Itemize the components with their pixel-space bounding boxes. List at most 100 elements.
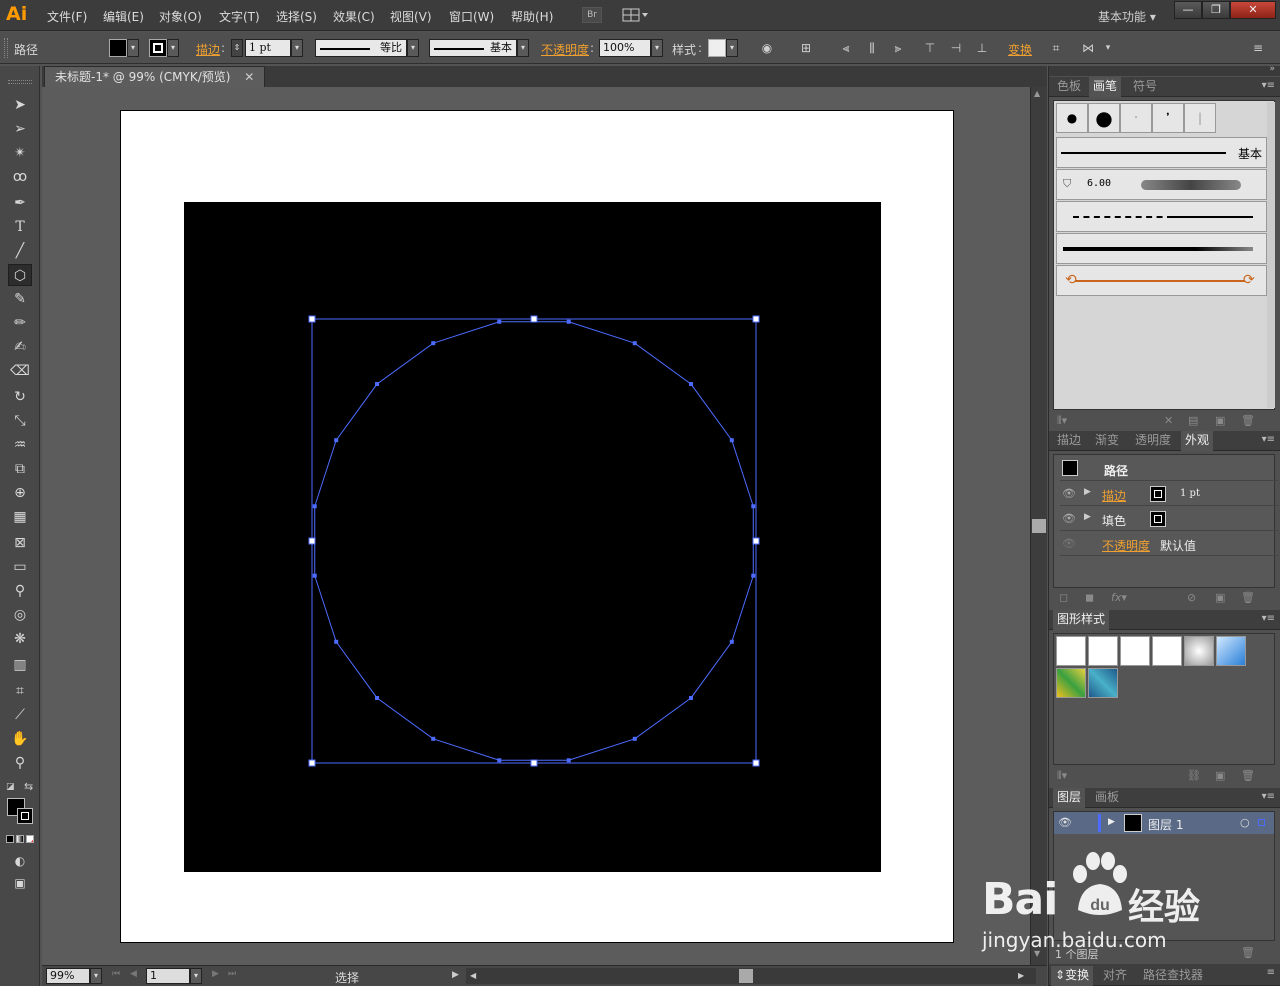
hand-tool-icon[interactable]: ✋ — [8, 728, 32, 750]
brush-row-art-charcoal[interactable] — [1056, 233, 1267, 264]
new-graphic-style-icon[interactable]: ▣ — [1215, 769, 1225, 782]
expand-triangle-icon[interactable]: ▶ — [1084, 512, 1091, 522]
graphic-style-shadow[interactable] — [1088, 636, 1118, 666]
pen-tool-icon[interactable]: ✒ — [8, 192, 32, 214]
symbol-sprayer-tool-icon[interactable]: ❋ — [8, 628, 32, 650]
graphic-style-green-yellow[interactable] — [1056, 668, 1086, 698]
gradient-mode-button[interactable] — [16, 835, 24, 843]
target-icon[interactable]: ○ — [1240, 816, 1250, 829]
mesh-tool-icon[interactable]: ⊠ — [8, 532, 32, 554]
appearance-stroke-swatch[interactable] — [1150, 486, 1166, 502]
brush-libraries-icon[interactable]: ⫴▾ — [1057, 414, 1067, 428]
menu-type[interactable]: 文字(T) — [219, 8, 260, 25]
stroke-weight-input[interactable]: 1 pt — [245, 39, 291, 57]
lasso-tool-icon[interactable]: ꝏ — [8, 166, 32, 188]
menu-file[interactable]: 文件(F) — [47, 8, 87, 25]
align-left-icon[interactable]: ⫷ — [838, 40, 854, 56]
add-effect-icon[interactable]: fx▾ — [1111, 591, 1127, 604]
eye-icon[interactable]: 👁 — [1062, 487, 1076, 500]
restore-button[interactable]: ❐ — [1202, 1, 1230, 19]
bounding-box-handle[interactable] — [308, 537, 316, 545]
zoom-tool-icon[interactable]: ⚲ — [8, 752, 32, 774]
bounding-box-handle[interactable] — [308, 759, 316, 767]
variable-width-profile[interactable]: 等比 — [315, 39, 407, 57]
duplicate-item-icon[interactable]: ▣ — [1215, 591, 1225, 604]
color-mode-button[interactable] — [6, 835, 14, 843]
graphic-style-soft[interactable] — [1184, 636, 1214, 666]
delete-graphic-style-icon[interactable]: 🗑 — [1241, 769, 1255, 782]
brush-row-art-arrow[interactable]: ⟲ ⟳ — [1056, 265, 1267, 296]
align-vcenter-icon[interactable]: ⊣ — [948, 40, 964, 56]
tab-pathfinder[interactable]: 路径查找器 — [1139, 966, 1207, 986]
brush-options-icon[interactable]: ▤ — [1188, 414, 1198, 427]
bounding-box-handle[interactable] — [530, 759, 538, 767]
delete-brush-icon[interactable]: 🗑 — [1241, 414, 1255, 427]
brush-row-pressure[interactable]: ⛉ 6.00 — [1056, 169, 1267, 200]
minimize-button[interactable]: — — [1174, 1, 1202, 19]
add-fill-icon[interactable]: ◼ — [1085, 591, 1094, 604]
status-menu-arrow[interactable]: ▶ — [452, 970, 459, 980]
panel-menu-icon[interactable]: ▾≡ — [1262, 80, 1275, 91]
anchor-point[interactable] — [312, 504, 317, 509]
scale-tool-icon[interactable]: ⤡ — [8, 410, 32, 432]
appearance-fill-swatch[interactable] — [1150, 511, 1166, 527]
swap-colors-icon[interactable]: ⇆ — [24, 780, 33, 793]
anchor-point[interactable] — [751, 504, 756, 509]
horizontal-scrollbar[interactable]: ◀ ▶ — [466, 968, 1036, 984]
anchor-point[interactable] — [688, 695, 693, 700]
paintbrush-tool-icon[interactable]: ✎ — [8, 288, 32, 310]
style-swatch[interactable] — [708, 39, 726, 57]
panel-menu-icon[interactable]: ▾≡ — [1262, 613, 1275, 624]
fill-swatch[interactable] — [109, 39, 127, 57]
envelope-icon[interactable]: ⋈ — [1080, 40, 1096, 56]
anchor-point[interactable] — [497, 758, 502, 763]
gradient-tool-icon[interactable]: ▭ — [8, 556, 32, 578]
anchor-point[interactable] — [334, 639, 339, 644]
slice-tool-icon[interactable]: ⟋ — [8, 704, 32, 726]
graphic-styles-library-icon[interactable]: ⫴▾ — [1057, 769, 1067, 783]
anchor-point[interactable] — [688, 382, 693, 387]
menu-select[interactable]: 选择(S) — [276, 8, 317, 25]
appearance-fill-row[interactable]: 👁 ▶ 填色 — [1060, 507, 1278, 531]
opacity-input[interactable]: 100% — [599, 39, 651, 57]
anchor-point[interactable] — [729, 639, 734, 644]
new-brush-icon[interactable]: ▣ — [1215, 414, 1225, 427]
line-tool-icon[interactable]: ╱ — [8, 240, 32, 262]
graphic-style-white[interactable] — [1120, 636, 1150, 666]
blend-tool-icon[interactable]: ◎ — [8, 604, 32, 626]
graphic-style-blue[interactable] — [1216, 636, 1246, 666]
scroll-left-icon[interactable]: ◀ — [470, 971, 476, 980]
bounding-box-handle[interactable] — [752, 759, 760, 767]
anchor-point[interactable] — [334, 438, 339, 443]
align-to-selection-icon[interactable]: ⊞ — [798, 40, 814, 56]
blob-brush-tool-icon[interactable]: ✍ — [8, 336, 32, 358]
draw-mode-icon[interactable]: ◐ — [8, 850, 32, 872]
menu-help[interactable]: 帮助(H) — [511, 8, 553, 25]
polygon-outline[interactable] — [314, 321, 754, 761]
menu-object[interactable]: 对象(O) — [159, 8, 202, 25]
horizontal-scroll-thumb[interactable] — [739, 969, 753, 983]
appearance-opacity-label[interactable]: 不透明度 — [1102, 537, 1150, 554]
tab-appearance[interactable]: 外观 — [1181, 431, 1214, 451]
zoom-dropdown[interactable]: ▾ — [90, 968, 102, 984]
appearance-stroke-label[interactable]: 描边 — [1102, 487, 1126, 504]
magic-wand-tool-icon[interactable]: ✴ — [8, 142, 32, 164]
tab-stroke[interactable]: 描边 — [1053, 431, 1085, 451]
anchor-point[interactable] — [431, 736, 436, 741]
polygon-tool-icon[interactable]: ⬡ — [8, 264, 32, 286]
eye-icon[interactable]: 👁 — [1062, 512, 1076, 525]
arrange-documents-button[interactable] — [622, 7, 650, 23]
next-artboard-icon[interactable]: ▶ — [212, 969, 219, 979]
add-stroke-icon[interactable]: ◻ — [1059, 591, 1068, 604]
eyedropper-tool-icon[interactable]: ⚲ — [8, 580, 32, 602]
expand-triangle-icon[interactable]: ▶ — [1108, 817, 1115, 827]
anchor-point[interactable] — [375, 382, 380, 387]
selected-polygon-path[interactable] — [42, 87, 1030, 965]
type-tool-icon[interactable]: T — [8, 216, 32, 238]
brush-dropdown[interactable]: ▾ — [517, 39, 529, 57]
tab-symbols[interactable]: 符号 — [1129, 77, 1161, 97]
menu-edit[interactable]: 编辑(E) — [103, 8, 144, 25]
menu-window[interactable]: 窗口(W) — [449, 8, 494, 25]
last-artboard-icon[interactable]: ⏭ — [228, 969, 236, 979]
panel-menu-icon[interactable]: ▾≡ — [1262, 791, 1275, 802]
